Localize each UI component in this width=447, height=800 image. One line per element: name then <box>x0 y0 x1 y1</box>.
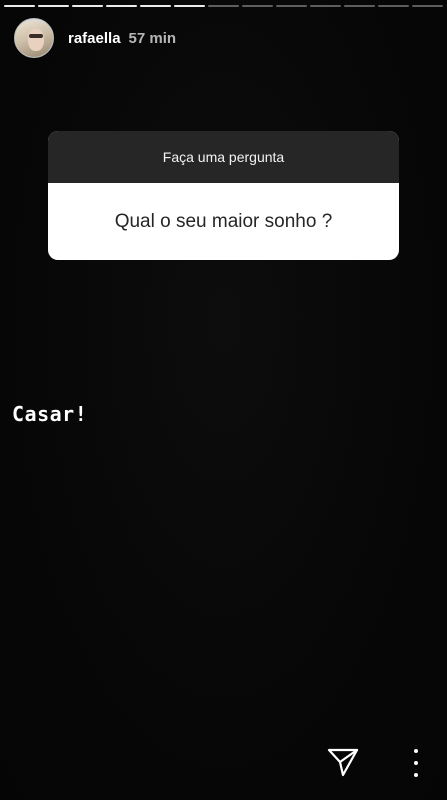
answer-text: Casar! <box>12 402 88 426</box>
story-progress-segment <box>72 5 103 7</box>
username[interactable]: rafaella <box>68 30 121 47</box>
story-screen: rafaella 57 min Faça uma pergunta Qual o… <box>0 0 447 800</box>
story-progress-segment <box>106 5 137 7</box>
send-icon <box>327 748 359 777</box>
story-progress-segment <box>378 5 409 7</box>
story-progress-segment <box>276 5 307 7</box>
question-sticker: Faça uma pergunta Qual o seu maior sonho… <box>48 131 399 260</box>
story-header: rafaella 57 min <box>14 18 176 58</box>
send-button[interactable] <box>326 745 360 779</box>
time-ago: 57 min <box>128 29 177 47</box>
story-progress-segment <box>310 5 341 7</box>
story-progress-segment <box>140 5 171 7</box>
story-progress-segment <box>208 5 239 7</box>
avatar[interactable] <box>14 18 54 58</box>
question-sticker-prompt: Faça uma pergunta <box>48 131 399 183</box>
story-progress-segment <box>344 5 375 7</box>
story-progress-segment <box>174 5 205 7</box>
story-progress-segment <box>242 5 273 7</box>
story-progress-bar <box>4 5 443 8</box>
question-sticker-question: Qual o seu maior sonho ? <box>114 210 333 232</box>
story-progress-segment <box>4 5 35 7</box>
more-options-icon <box>414 749 418 753</box>
story-progress-segment <box>412 5 443 7</box>
more-options-button[interactable] <box>405 749 427 777</box>
story-progress-segment <box>38 5 69 7</box>
